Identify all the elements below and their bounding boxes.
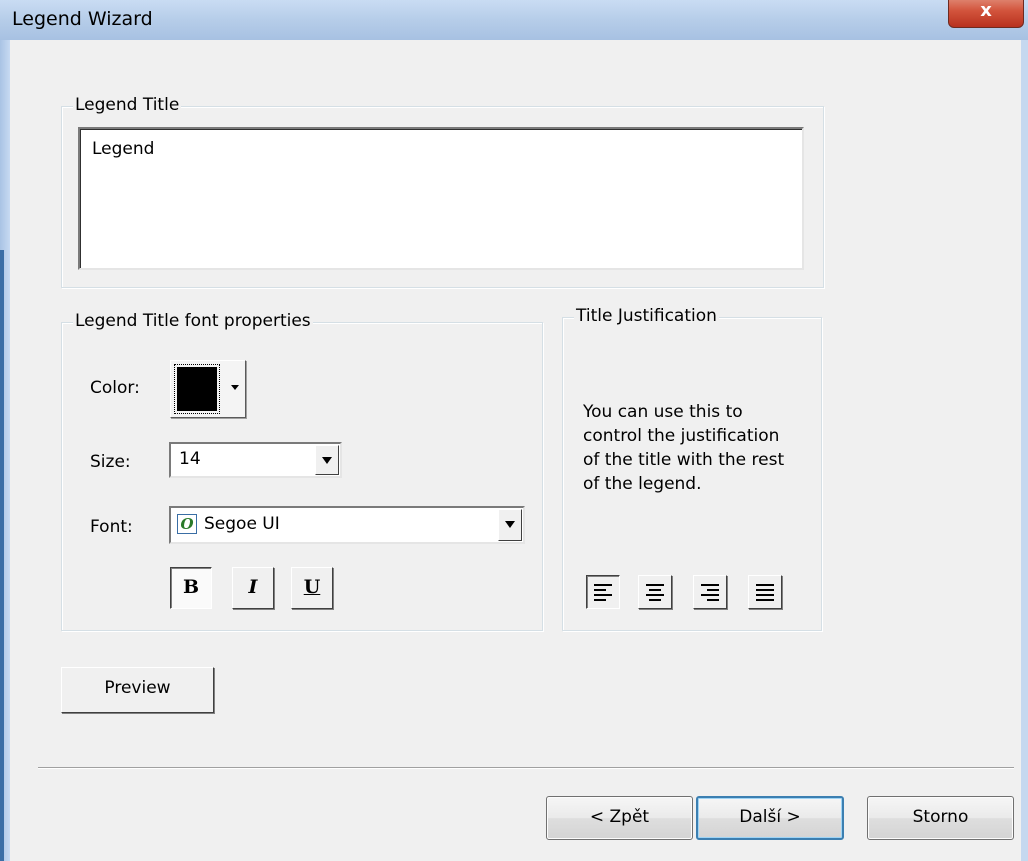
font-properties-group-label: Legend Title font properties (73, 311, 313, 331)
size-label: Size: (90, 452, 131, 472)
close-button[interactable]: x (948, 0, 1024, 28)
legend-title-input[interactable]: Legend (78, 127, 804, 270)
align-center-icon[interactable] (638, 575, 672, 609)
window-frame-left (0, 40, 10, 861)
opentype-font-icon: O (177, 514, 197, 534)
window-frame-right (1021, 40, 1028, 861)
title-bar: Legend Wizard x (0, 0, 1028, 40)
size-value: 14 (179, 449, 201, 469)
chevron-down-icon (231, 385, 239, 390)
font-label: Font: (90, 517, 133, 537)
align-right-icon[interactable] (693, 575, 727, 609)
justification-description: You can use this to control the justific… (583, 402, 785, 494)
bold-button[interactable]: B (170, 567, 212, 609)
back-button[interactable]: < Zpět (546, 796, 693, 840)
size-select[interactable]: 14 (169, 442, 342, 478)
color-swatch (174, 364, 220, 414)
footer-separator (38, 767, 1014, 769)
chevron-down-icon[interactable] (315, 445, 339, 475)
title-justification-group-label: Title Justification (574, 306, 719, 326)
legend-title-group-label: Legend Title (73, 95, 182, 115)
preview-button[interactable]: Preview (61, 667, 214, 713)
color-picker-button[interactable] (170, 360, 246, 418)
italic-button[interactable]: I (232, 567, 274, 609)
cancel-button[interactable]: Storno (867, 796, 1014, 840)
chevron-down-icon[interactable] (498, 509, 522, 541)
font-value: Segoe UI (204, 514, 280, 534)
align-left-icon[interactable] (586, 575, 620, 609)
next-button[interactable]: Další > (696, 796, 844, 840)
close-icon: x (980, 0, 992, 21)
window-title: Legend Wizard (12, 8, 153, 30)
underline-button[interactable]: U (291, 567, 333, 609)
color-label: Color: (90, 378, 140, 398)
font-select[interactable]: O Segoe UI (169, 506, 525, 544)
align-justify-icon[interactable] (748, 575, 782, 609)
